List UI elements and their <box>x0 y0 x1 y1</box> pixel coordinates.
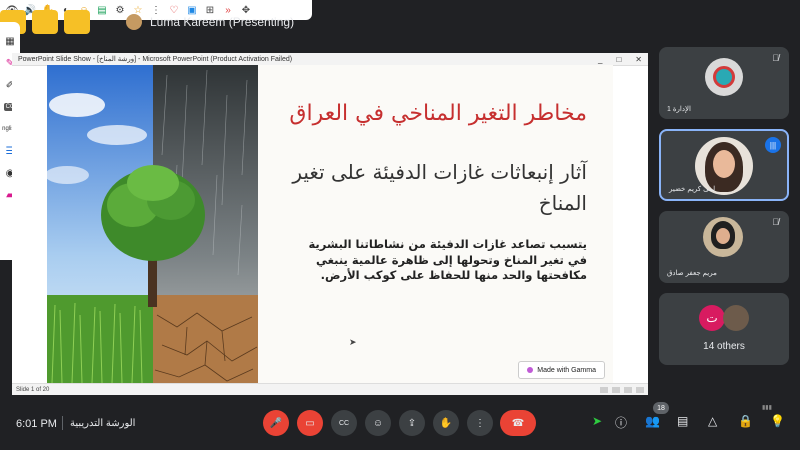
present-button[interactable]: ⇪ <box>399 410 425 436</box>
avatar-face <box>716 228 730 244</box>
camera-off-button[interactable]: ▭ <box>297 410 323 436</box>
minimize-button[interactable]: _ <box>598 55 602 64</box>
raise-hand-button[interactable]: ✋ <box>433 410 459 436</box>
view-normal-icon[interactable] <box>600 386 608 393</box>
emoji-button[interactable]: ☺ <box>365 410 391 436</box>
avatar <box>705 58 743 96</box>
avatar <box>723 305 749 331</box>
others-label: 14 others <box>703 341 745 352</box>
tree-illustration <box>47 65 258 383</box>
bulb-icon[interactable]: 💡 <box>770 414 785 428</box>
window-controls: _ □ ✕ <box>598 55 642 64</box>
participant-tile[interactable]: 🎙̸ الإدارة 1 <box>659 47 789 119</box>
window-statusbar: Slide 1 of 20 <box>12 383 648 395</box>
grid-icon[interactable]: ▦ <box>5 32 14 50</box>
participant-name: مريم جعفر صادق <box>667 270 717 277</box>
chat-icon[interactable]: ▤ <box>96 4 108 16</box>
captions-button[interactable]: CC <box>331 410 357 436</box>
host-controls-icon[interactable]: 🔒 <box>738 414 753 428</box>
meeting-controls-bar: 6:01 PM الورشة التدريبية 🎤 ▭ CC ☺ ⇪ ✋ ⋮ … <box>0 400 800 450</box>
mic-off-icon: 🎙̸ <box>772 53 779 63</box>
info-icon[interactable]: ⓘ <box>615 414 627 431</box>
divider <box>62 416 63 430</box>
slide-title: مخاطر التغير المناخي في العراق <box>289 101 587 126</box>
others-tile[interactable]: ت 14 others <box>659 293 789 365</box>
more-options-button[interactable]: ⋮ <box>467 410 493 436</box>
meeting-time: 6:01 PM <box>16 418 57 430</box>
gamma-badge[interactable]: Made with Gamma <box>518 361 605 379</box>
tile-icon[interactable] <box>32 10 58 34</box>
slide-heading: آثار إنبعاثات غازات الدفيئة على تغير الم… <box>292 160 587 215</box>
presenter-label: Luma Kareem (Presenting) <box>150 15 295 29</box>
view-slideshow-icon[interactable] <box>636 386 644 393</box>
logo-icon <box>713 66 735 88</box>
slide-counter: Slide 1 of 20 <box>16 386 50 393</box>
meeting-name: الورشة التدريبية <box>70 418 136 429</box>
mic-off-button[interactable]: 🎤 <box>263 410 289 436</box>
slide: مخاطر التغير المناخي في العراق آثار إنبع… <box>47 65 613 383</box>
mouse-cursor-icon: ➤ <box>349 337 357 347</box>
speaking-indicator-icon: ||| <box>765 137 781 153</box>
meet-screen: 👁 🔊 ✋ ◐ ☺ ▤ ⚙ ☆ ⋮ ♡ ▣ ⊞ » ✥ Luma Kareem … <box>0 0 800 450</box>
participant-count-badge: 18 <box>653 402 669 414</box>
avatar <box>703 217 743 257</box>
view-reading-icon[interactable] <box>624 386 632 393</box>
slide-body: يتسبب تصاعد غازات الدفيئة من نشاطاتنا ال… <box>308 237 587 283</box>
gear-icon[interactable]: ⚙ <box>114 4 126 16</box>
participant-name: الإدارة 1 <box>667 106 691 113</box>
gamma-logo-icon <box>527 367 534 373</box>
avatar-face <box>713 150 735 178</box>
signal-icon: ▮▮▮ <box>762 405 772 411</box>
people-icon[interactable]: 👥 <box>645 414 660 428</box>
participant-name: لمى كريم خضير <box>669 186 716 193</box>
chat-icon[interactable]: ▤ <box>677 414 688 428</box>
avatar: ت <box>699 305 725 331</box>
view-sorter-icon[interactable] <box>612 386 620 393</box>
presenter-bar: Luma Kareem (Presenting) <box>126 14 294 30</box>
participant-tile-active[interactable]: ||| لمى كريم خضير <box>659 129 789 201</box>
participant-tile[interactable]: 🎙̸ مريم جعفر صادق <box>659 211 789 283</box>
close-button[interactable]: ✕ <box>635 55 642 64</box>
activities-icon[interactable]: △ <box>708 414 717 428</box>
statusbar-icons <box>600 386 644 393</box>
gamma-badge-label: Made with Gamma <box>537 366 596 374</box>
mic-off-icon: 🎙̸ <box>772 217 779 227</box>
end-call-button[interactable]: ☎ <box>500 410 536 436</box>
window-title: PowerPoint Slide Show - [ورشة المناخ] - … <box>18 56 293 63</box>
maximize-button[interactable]: □ <box>616 55 621 64</box>
presenter-avatar <box>126 14 142 30</box>
captions-icon: CC <box>338 419 350 427</box>
cursor-icon: ➤ <box>592 414 603 428</box>
shared-screen-window: PowerPoint Slide Show - [ورشة المناخ] - … <box>12 53 648 395</box>
tree-climate-image <box>47 65 258 383</box>
tile-icon[interactable] <box>64 10 90 34</box>
